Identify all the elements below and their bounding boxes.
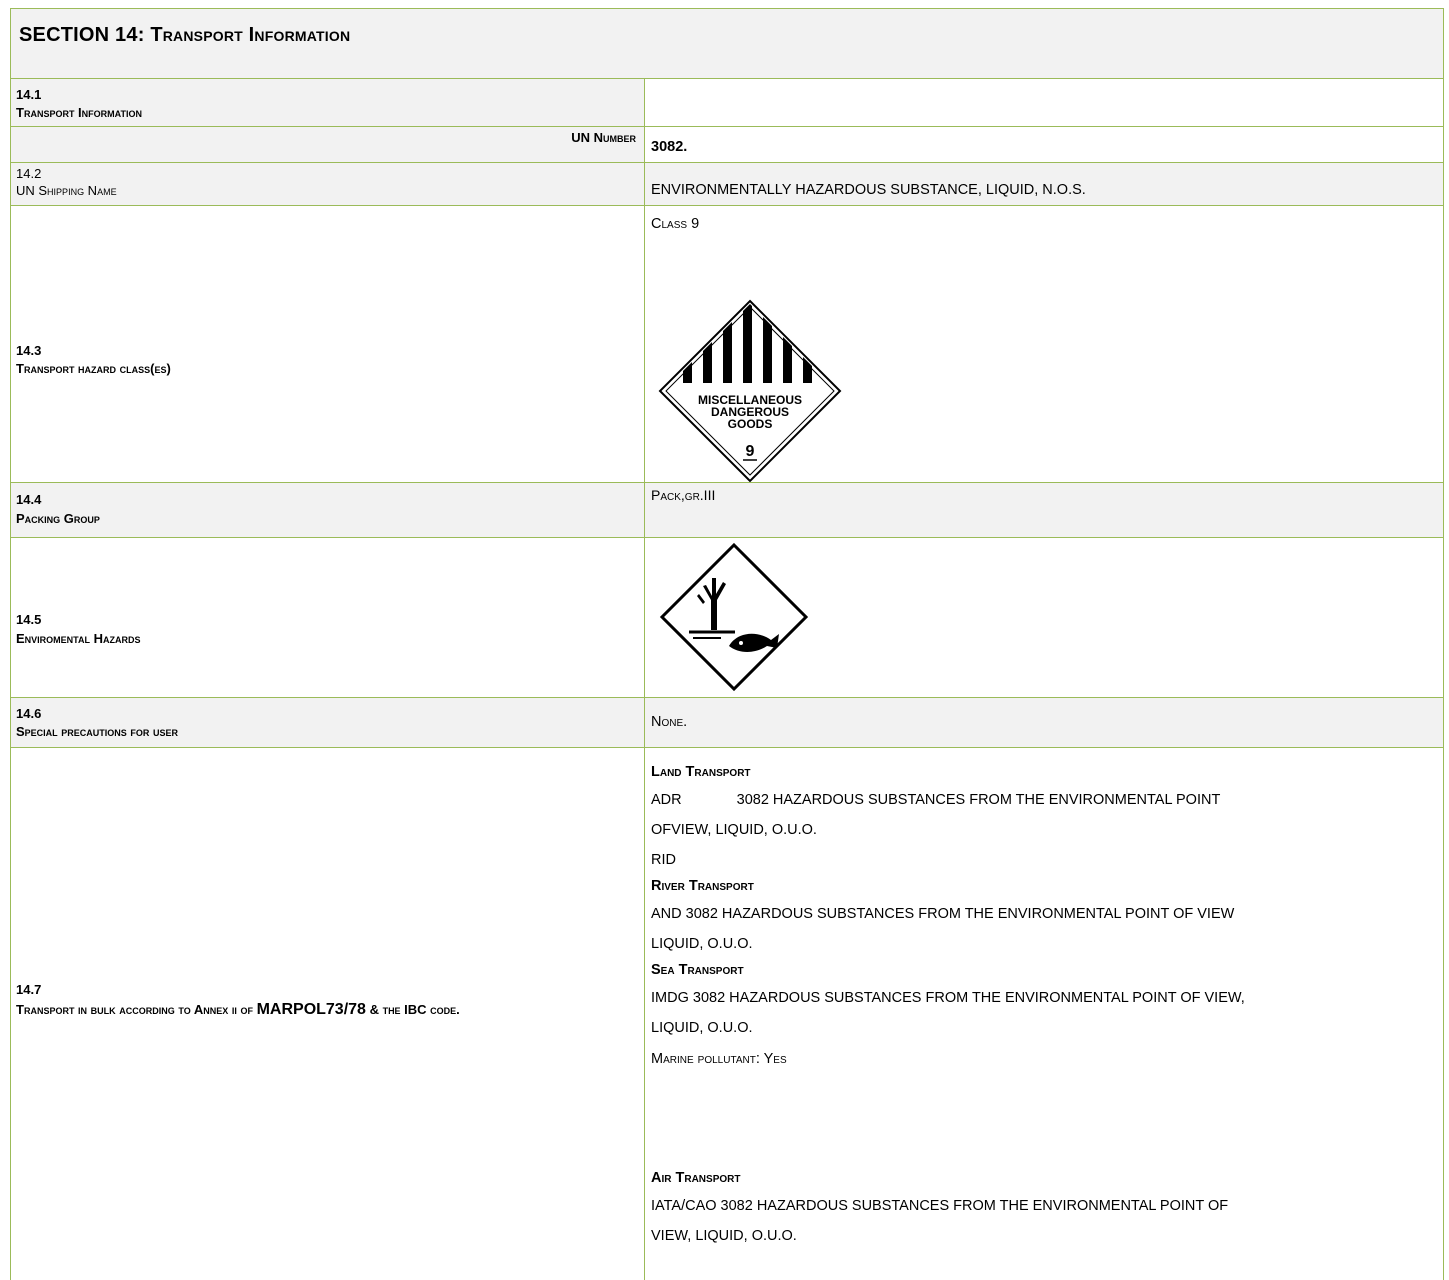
row-number: 14.6 [16, 706, 42, 721]
adr-line-2: OFVIEW, LIQUID, O.U.O. [651, 822, 817, 838]
adr-text: 3082 HAZARDOUS SUBSTANCES FROM THE ENVIR… [736, 792, 1221, 808]
row-14-1-label-cell: 14.1 Transport Information [11, 79, 644, 126]
row-14-3-value-cell: Class 9 MISCELLANEOUS DANGEROUS GOODS 9 [644, 206, 1443, 483]
adr-line: ADR 3082 HAZARDOUS SUBSTANCES FROM THE EN… [651, 792, 1220, 808]
row-14-4: 14.4 Packing Group Pack,gr.III [11, 482, 1443, 537]
and-line-2: LIQUID, O.U.O. [651, 936, 753, 952]
iata-line: IATA/CAO 3082 HAZARDOUS SUBSTANCES FROM … [651, 1198, 1229, 1214]
row-label: Transport Information [16, 105, 142, 120]
label-part-1: Transport in bulk according to Annex ii … [16, 1002, 257, 1017]
adr-code: ADR [651, 792, 682, 808]
section-number: SECTION 14: [19, 24, 145, 46]
shipping-name-value: ENVIRONMENTALLY HAZARDOUS SUBSTANCE, LIQ… [651, 182, 1086, 198]
row-14-6: 14.6 Special precautions for user None. [11, 697, 1443, 747]
river-transport-heading: River Transport [651, 878, 754, 894]
row-label: Transport in bulk according to Annex ii … [16, 1001, 636, 1019]
row-label: UN Shipping Name [16, 183, 117, 198]
row-14-7: 14.7 Transport in bulk according to Anne… [11, 747, 1443, 1280]
row-number: 14.3 [16, 343, 42, 358]
special-precautions-value: None. [651, 714, 688, 730]
un-number-label: UN Number [571, 130, 636, 145]
row-14-7-value-cell: Land Transport ADR 3082 HAZARDOUS SUBSTAN… [644, 748, 1443, 1280]
row-14-4-label-cell: 14.4 Packing Group [11, 483, 644, 537]
row-14-2-value-cell: ENVIRONMENTALLY HAZARDOUS SUBSTANCE, LIQ… [644, 163, 1443, 205]
sea-transport-heading: Sea Transport [651, 962, 744, 978]
row-number: 14.7 [16, 982, 42, 997]
row-14-6-label-cell: 14.6 Special precautions for user [11, 698, 644, 747]
row-14-4-value-cell: Pack,gr.III [644, 483, 1443, 537]
row-un-number: UN Number 3082. [11, 126, 1443, 162]
section-title-text: Transport Information [150, 24, 351, 46]
row-14-5-label-cell: 14.5 Enviromental Hazards [11, 538, 644, 697]
row-14-1: 14.1 Transport Information [11, 78, 1443, 126]
land-transport-heading: Land Transport [651, 764, 751, 780]
row-14-6-value-cell: None. [644, 698, 1443, 747]
row-14-5-value-cell [644, 538, 1443, 697]
row-14-3: 14.3 Transport hazard class(es) Class 9 [11, 205, 1443, 483]
environmental-hazard-icon [659, 542, 809, 692]
section-title: SECTION 14: Transport Information [19, 24, 350, 47]
row-label: Transport hazard class(es) [16, 361, 171, 376]
row-number: 14.1 [16, 87, 42, 102]
row-14-2-label-cell: 14.2 UN Shipping Name [11, 163, 644, 205]
diamond-class-number: 9 [746, 443, 755, 460]
hazard-class-value: Class 9 [651, 216, 700, 232]
class-9-hazard-diamond-icon: MISCELLANEOUS DANGEROUS GOODS 9 [658, 299, 842, 483]
row-number: 14.2 [16, 166, 42, 181]
un-number-value: 3082. [651, 139, 688, 155]
row-14-3-label-cell: 14.3 Transport hazard class(es) [11, 206, 644, 482]
sds-section-14-table: SECTION 14: Transport Information 14.1 T… [10, 8, 1444, 1280]
imdg-line-2: LIQUID, O.U.O. [651, 1020, 753, 1036]
marine-pollutant: Marine pollutant: Yes [651, 1051, 787, 1067]
row-label: Enviromental Hazards [16, 631, 141, 646]
row-14-2: 14.2 UN Shipping Name ENVIRONMENTALLY HA… [11, 162, 1443, 205]
un-number-label-cell: UN Number [11, 127, 644, 162]
row-label: Packing Group [16, 511, 100, 526]
row-number: 14.4 [16, 492, 42, 507]
air-transport-heading: Air Transport [651, 1170, 741, 1186]
packing-group-value: Pack,gr.III [651, 487, 716, 503]
diamond-text-line-3: GOODS [728, 417, 773, 431]
row-14-7-label-cell: 14.7 Transport in bulk according to Anne… [11, 748, 644, 1280]
label-part-2: & the IBC code. [365, 1002, 460, 1017]
un-number-value-cell: 3082. [644, 127, 1443, 162]
row-14-5: 14.5 Enviromental Hazards [11, 537, 1443, 697]
label-marpol: MARPOL73/78 [256, 1001, 366, 1018]
row-number: 14.5 [16, 612, 42, 627]
and-line: AND 3082 HAZARDOUS SUBSTANCES FROM THE E… [651, 906, 1235, 922]
row-14-1-value-cell [644, 79, 1443, 126]
row-label: Special precautions for user [16, 724, 179, 739]
section-header: SECTION 14: Transport Information [11, 9, 1443, 78]
iata-line-2: VIEW, LIQUID, O.U.O. [651, 1228, 797, 1244]
rid-line: RID [651, 852, 676, 868]
imdg-line: IMDG 3082 HAZARDOUS SUBSTANCES FROM THE … [651, 990, 1245, 1006]
